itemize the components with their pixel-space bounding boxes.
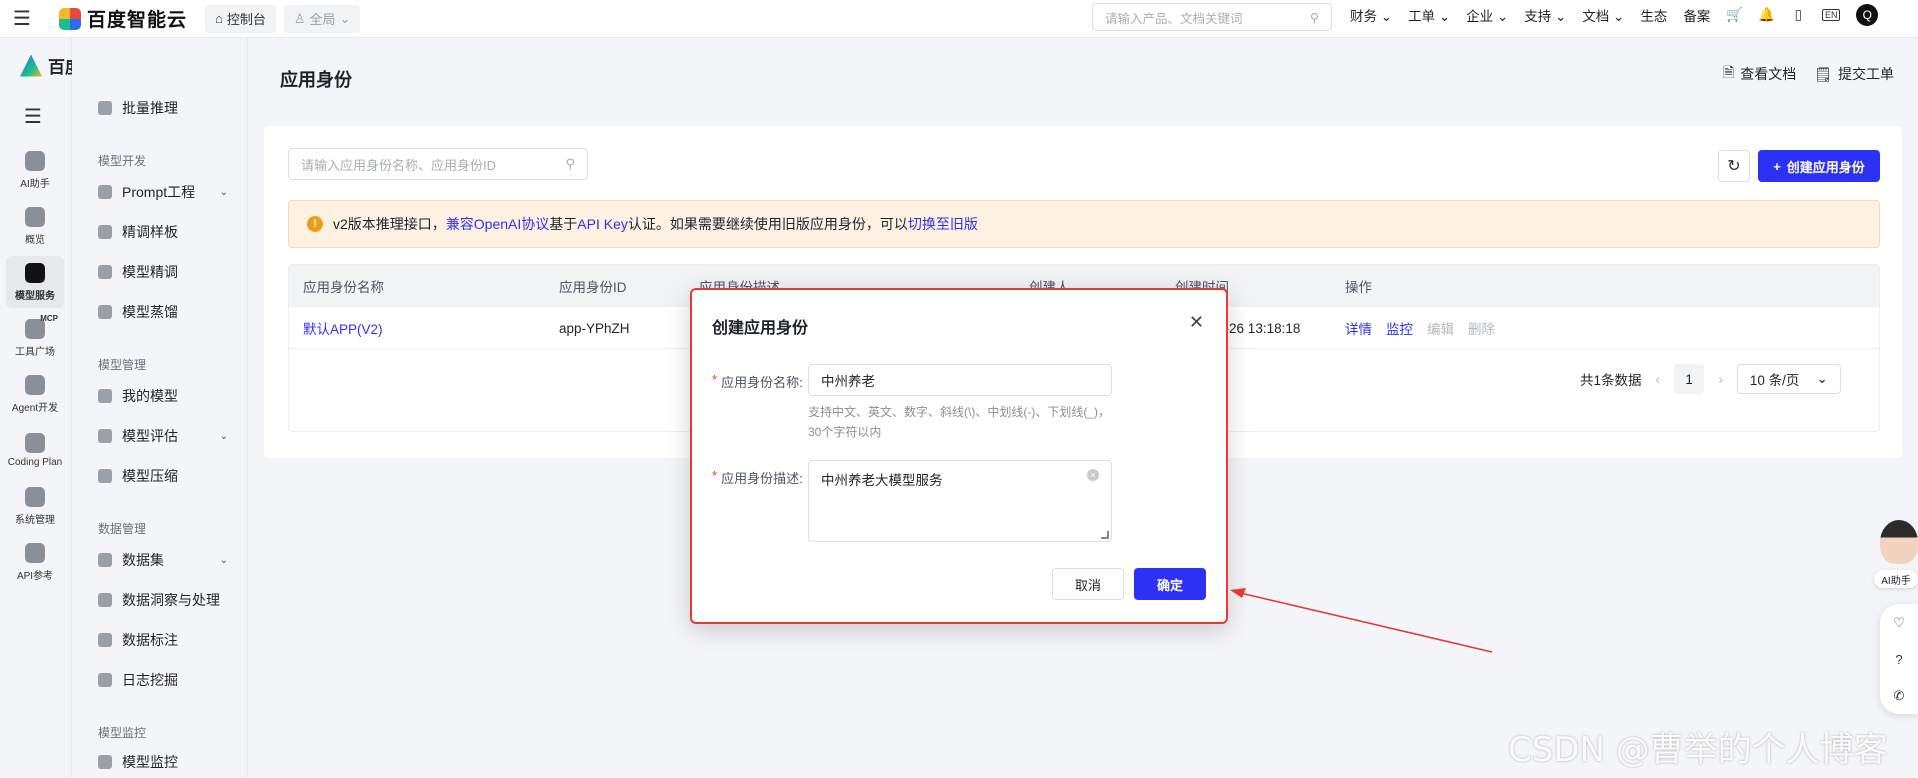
assistant-avatar-icon: [1880, 520, 1918, 564]
assistant-label: AI助手: [1874, 570, 1918, 588]
help-icon[interactable]: ?: [1895, 652, 1902, 667]
annotation-arrow: [1230, 588, 1493, 653]
ai-assistant-float[interactable]: AI助手: [1874, 520, 1918, 590]
arrow-head: [1230, 588, 1246, 598]
floating-toolbar: ♡ ? ✆: [1880, 604, 1918, 714]
favorite-icon[interactable]: ♡: [1893, 615, 1905, 631]
phone-icon[interactable]: ✆: [1894, 688, 1905, 704]
arrow-line: [1235, 591, 1493, 653]
csdn-watermark: CSDN @曹举的个人博客: [1508, 730, 1888, 770]
